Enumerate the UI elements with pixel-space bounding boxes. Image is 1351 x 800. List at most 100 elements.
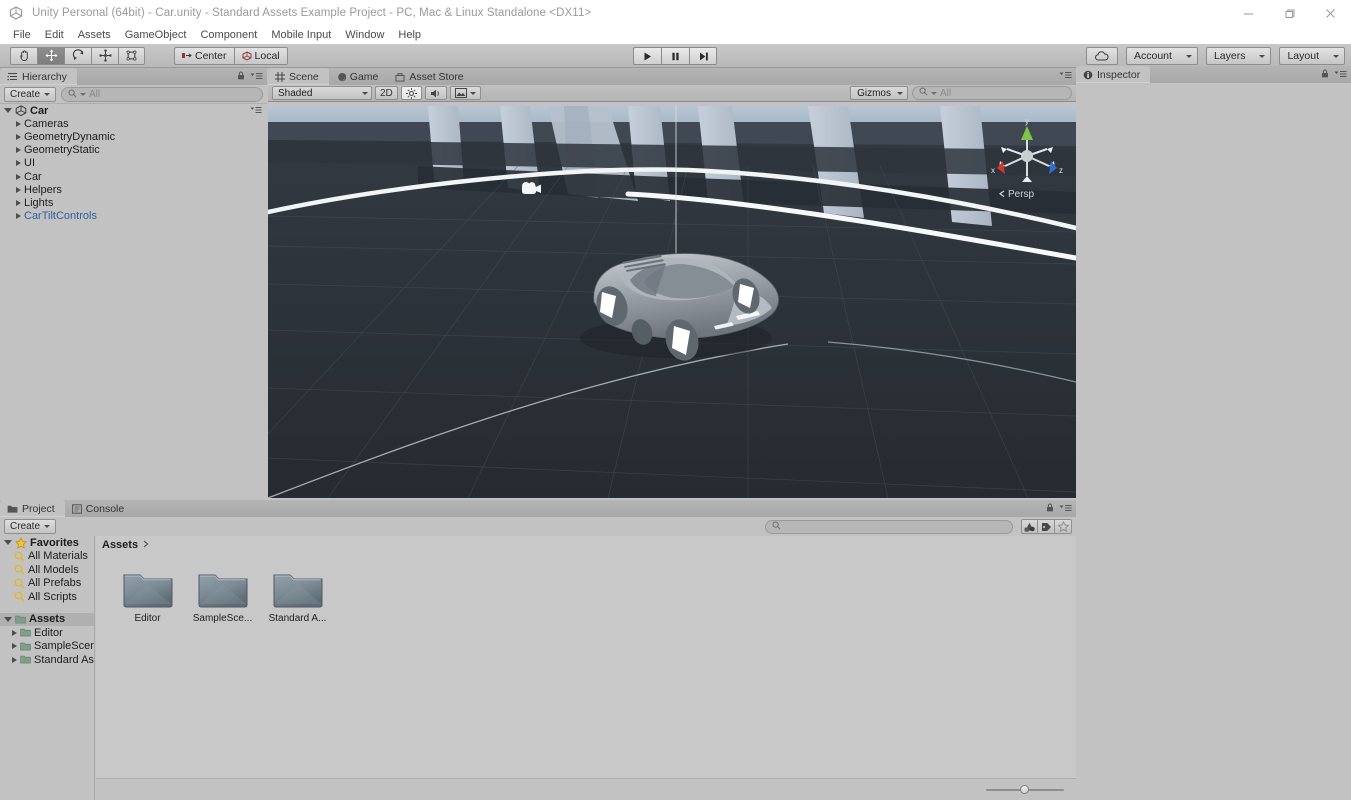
favorite-item[interactable]: All Materials [0, 550, 94, 564]
expand-triangle-icon[interactable] [12, 643, 17, 649]
toggle-2d-button[interactable]: 2D [375, 86, 398, 100]
move-tool-button[interactable] [37, 47, 64, 65]
expand-triangle-icon[interactable] [16, 121, 21, 127]
hand-tool-button[interactable] [10, 47, 37, 65]
expand-triangle-icon[interactable] [12, 630, 17, 636]
expand-triangle-icon[interactable] [12, 657, 17, 663]
menu-edit[interactable]: Edit [38, 28, 71, 42]
project-search-input[interactable] [765, 520, 1013, 534]
hierarchy-create-button[interactable]: Create [4, 87, 56, 102]
hierarchy-item[interactable]: GeometryDynamic [0, 130, 267, 143]
play-button[interactable] [633, 47, 661, 65]
hierarchy-item[interactable]: GeometryStatic [0, 144, 267, 157]
gizmos-dropdown[interactable]: Gizmos [850, 86, 908, 100]
layout-dropdown[interactable]: Layout [1279, 47, 1345, 65]
project-tree-item[interactable]: Editor [0, 626, 94, 640]
expand-triangle-icon[interactable] [4, 108, 12, 113]
hierarchy-item[interactable]: Lights [0, 196, 267, 209]
tab-game[interactable]: Game [329, 68, 389, 85]
lock-icon[interactable] [1046, 503, 1054, 514]
scene-orientation-gizmo[interactable]: y x z Persp [988, 110, 1066, 202]
expand-triangle-icon[interactable] [4, 617, 12, 622]
project-tree[interactable]: Favorites All MaterialsAll ModelsAll Pre… [0, 536, 95, 800]
collab-cloud-button[interactable] [1086, 47, 1118, 65]
hierarchy-item[interactable]: UI [0, 157, 267, 170]
minimize-button[interactable] [1228, 0, 1269, 26]
tab-console[interactable]: Console [65, 500, 135, 517]
folder-icon [7, 504, 18, 514]
hierarchy-item[interactable]: Helpers [0, 183, 267, 196]
rotation-mode-button[interactable]: Local [234, 47, 288, 65]
expand-triangle-icon[interactable] [4, 540, 12, 545]
favorite-item[interactable]: All Scripts [0, 590, 94, 604]
scene-search-input[interactable]: All [912, 86, 1072, 100]
expand-triangle-icon[interactable] [16, 187, 21, 193]
panel-menu-icon[interactable] [1059, 71, 1072, 81]
tab-inspector[interactable]: Inspector [1076, 66, 1150, 83]
hierarchy-scene-row[interactable]: Car [0, 104, 267, 117]
thumbnail-zoom-slider[interactable] [986, 783, 1064, 797]
project-create-button[interactable]: Create [4, 519, 56, 534]
filter-by-type-icon[interactable] [1021, 519, 1038, 534]
menu-gameobject[interactable]: GameObject [118, 28, 194, 42]
scene-lighting-toggle[interactable] [401, 86, 422, 100]
asset-item[interactable]: Editor [116, 566, 179, 624]
expand-triangle-icon[interactable] [16, 147, 21, 153]
expand-triangle-icon[interactable] [16, 134, 21, 140]
expand-triangle-icon[interactable] [16, 200, 21, 206]
draw-mode-dropdown[interactable]: Shaded [272, 86, 372, 100]
menu-assets[interactable]: Assets [71, 28, 118, 42]
assets-root-row[interactable]: Assets [0, 613, 94, 627]
asset-item[interactable]: SampleSce... [191, 566, 254, 624]
menu-help[interactable]: Help [391, 28, 428, 42]
hierarchy-tree[interactable]: Car CamerasGeometryDynamicGeometryStatic… [0, 104, 267, 498]
info-icon [1083, 70, 1093, 80]
panel-menu-icon[interactable] [1334, 70, 1347, 80]
filter-favorites-icon[interactable] [1055, 519, 1072, 534]
favorite-item[interactable]: All Models [0, 563, 94, 577]
layers-dropdown[interactable]: Layers [1206, 47, 1272, 65]
hierarchy-item[interactable]: Car [0, 170, 267, 183]
asset-grid[interactable]: EditorSampleSce...Standard A... [96, 553, 1076, 778]
lock-icon[interactable] [237, 71, 245, 82]
account-dropdown[interactable]: Account [1126, 47, 1198, 65]
project-content[interactable]: Assets EditorSampleSce...Standard A... [96, 536, 1076, 800]
expand-triangle-icon[interactable] [16, 160, 21, 166]
favorites-header[interactable]: Favorites [0, 536, 94, 550]
project-tree-item[interactable]: SampleScer [0, 640, 94, 654]
restore-button[interactable] [1269, 0, 1310, 26]
tab-project[interactable]: Project [0, 500, 65, 517]
favorite-item[interactable]: All Prefabs [0, 577, 94, 591]
panel-menu-icon[interactable] [1059, 504, 1072, 514]
expand-triangle-icon[interactable] [16, 174, 21, 180]
hierarchy-search-input[interactable]: All [61, 87, 263, 102]
filter-by-label-icon[interactable] [1038, 519, 1055, 534]
pivot-mode-button[interactable]: Center [174, 47, 234, 65]
scene-viewport[interactable]: y x z Persp [268, 106, 1076, 498]
hierarchy-item[interactable]: Cameras [0, 117, 267, 130]
slider-knob[interactable] [1020, 785, 1029, 794]
menu-window[interactable]: Window [338, 28, 391, 42]
panel-menu-icon[interactable] [250, 72, 263, 82]
pause-button[interactable] [661, 47, 689, 65]
menu-component[interactable]: Component [193, 28, 264, 42]
scene-row-menu-icon[interactable] [250, 106, 262, 116]
hierarchy-item[interactable]: CarTiltControls [0, 210, 267, 223]
scale-tool-button[interactable] [91, 47, 118, 65]
close-button[interactable] [1310, 0, 1351, 26]
asset-item[interactable]: Standard A... [266, 566, 329, 624]
menu-mobile-input[interactable]: Mobile Input [264, 28, 338, 42]
hierarchy-item-label: GeometryStatic [24, 144, 100, 156]
rotate-tool-button[interactable] [64, 47, 91, 65]
rect-tool-button[interactable] [118, 47, 145, 65]
scene-fx-dropdown[interactable] [450, 86, 481, 100]
tab-scene[interactable]: Scene [268, 68, 329, 85]
project-tree-item[interactable]: Standard As [0, 653, 94, 667]
expand-triangle-icon[interactable] [16, 213, 21, 219]
tab-asset-store[interactable]: Asset Store [388, 68, 473, 85]
tab-hierarchy[interactable]: Hierarchy [0, 68, 77, 85]
menu-file[interactable]: File [6, 28, 38, 42]
scene-audio-toggle[interactable] [425, 86, 447, 100]
step-button[interactable] [689, 47, 717, 65]
lock-icon[interactable] [1321, 69, 1329, 80]
